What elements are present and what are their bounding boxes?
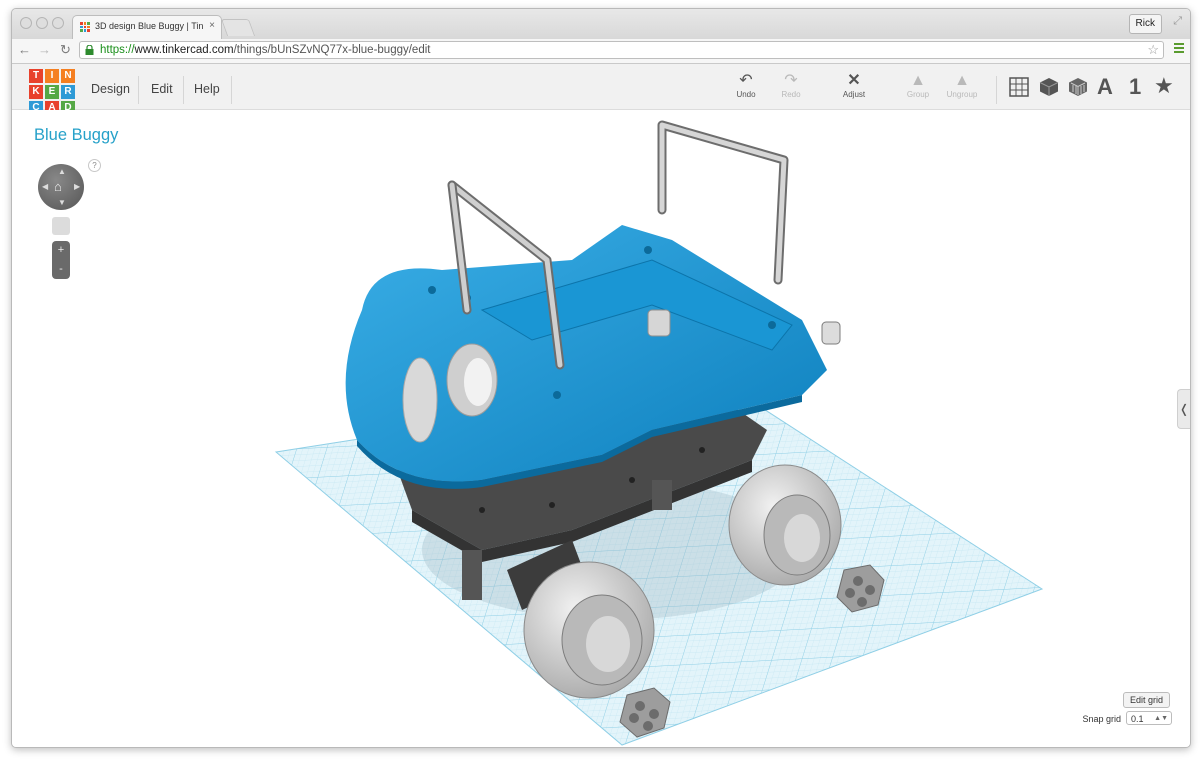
tab-title: 3D design Blue Buggy | Tin: [95, 21, 203, 31]
group-icon: ▲: [910, 72, 926, 89]
lock-icon: [85, 45, 94, 55]
logo-letter: N: [61, 69, 75, 83]
number-shape-icon[interactable]: 1: [1129, 74, 1141, 100]
user-profile-button[interactable]: Rick: [1128, 14, 1162, 34]
solid-box-icon[interactable]: [1039, 77, 1059, 97]
switch-part[interactable]: [821, 321, 841, 345]
reload-icon[interactable]: ↻: [60, 42, 71, 58]
text-shape-icon[interactable]: A: [1097, 74, 1113, 100]
home-view-icon[interactable]: ⌂: [54, 179, 62, 194]
bookmark-star-icon[interactable]: ☆: [1147, 42, 1159, 58]
tab-strip: 3D design Blue Buggy | Tin × Rick ⤢: [12, 9, 1190, 39]
close-window-button[interactable]: [20, 17, 32, 29]
3d-viewport[interactable]: Blue Buggy ? ▲ ▼ ◀ ▶ ⌂ + - ❬ Edit grid S…: [12, 110, 1190, 747]
servo-mount[interactable]: [647, 309, 671, 337]
zoom-control: + -: [52, 241, 70, 279]
wheel-rear-right[interactable]: [728, 464, 842, 586]
zoom-out-button[interactable]: -: [52, 260, 70, 279]
browser-window: 3D design Blue Buggy | Tin × Rick ⤢ ← → …: [11, 8, 1191, 748]
zoom-in-button[interactable]: +: [52, 241, 70, 260]
logo-letter: E: [45, 85, 59, 99]
undo-button[interactable]: ↶ Undo: [734, 72, 758, 99]
redo-icon: ↷: [784, 72, 798, 89]
forward-arrow-icon[interactable]: →: [38, 42, 51, 57]
menu-help[interactable]: Help: [194, 82, 220, 96]
orbit-down-icon[interactable]: ▼: [58, 198, 66, 207]
maximize-window-button[interactable]: [52, 17, 64, 29]
view-navigation-wheel[interactable]: ▲ ▼ ◀ ▶ ⌂: [38, 164, 84, 210]
browser-toolbar: ← → ↻ https://www.tinkercad.com/things/b…: [12, 39, 1190, 64]
tab-close-icon[interactable]: ×: [209, 20, 215, 31]
sidebar-toggle-chevron-icon[interactable]: ❬: [1177, 389, 1190, 429]
wheel-front-right[interactable]: [523, 561, 655, 699]
edit-grid-button[interactable]: Edit grid: [1122, 692, 1170, 708]
view-cube-icon[interactable]: [52, 217, 70, 235]
address-bar[interactable]: https://www.tinkercad.com/things/bUnSZvN…: [79, 41, 1164, 59]
headlight-left[interactable]: [402, 357, 438, 443]
scene-canvas[interactable]: [12, 110, 1190, 747]
snap-grid-label: Snap grid: [1082, 714, 1121, 724]
help-icon[interactable]: ?: [88, 159, 101, 172]
minimize-window-button[interactable]: [36, 17, 48, 29]
orbit-right-icon[interactable]: ▶: [74, 182, 80, 191]
app-header: T I N K E R C A D Design Edit Help ↶ Undo…: [12, 64, 1190, 115]
tinkercad-favicon-icon: [80, 22, 90, 32]
browser-menu-icon[interactable]: [1174, 43, 1184, 54]
menu-edit[interactable]: Edit: [151, 82, 173, 96]
undo-icon: ↶: [739, 72, 753, 89]
select-arrows-icon: ▲▼: [1154, 715, 1168, 722]
fullscreen-icon[interactable]: ⤢: [1173, 15, 1182, 28]
logo-letter: R: [61, 85, 75, 99]
logo-letter: T: [29, 69, 43, 83]
orbit-left-icon[interactable]: ◀: [42, 182, 48, 191]
ungroup-icon: ▲: [954, 72, 970, 89]
adjust-button[interactable]: ✕ Adjust: [839, 72, 869, 99]
logo-letter: I: [45, 69, 59, 83]
url-text: https://www.tinkercad.com/things/bUnSZvN…: [100, 44, 431, 56]
tab-tinkercad[interactable]: 3D design Blue Buggy | Tin ×: [72, 15, 222, 39]
group-button[interactable]: ▲ Group: [904, 72, 932, 99]
ungroup-button[interactable]: ▲ Ungroup: [944, 72, 980, 99]
adjust-icon: ✕: [847, 72, 861, 89]
menu-design[interactable]: Design: [91, 82, 130, 96]
snap-grid-value: 0.1: [1131, 714, 1144, 724]
back-arrow-icon[interactable]: ←: [18, 42, 31, 57]
favorites-star-icon[interactable]: ★: [1154, 73, 1174, 99]
hole-box-icon[interactable]: [1068, 77, 1088, 97]
snap-grid-select[interactable]: 0.1 ▲▼: [1126, 711, 1172, 725]
tinkercad-logo[interactable]: T I N K E R C A D: [29, 69, 75, 115]
new-tab-button[interactable]: [220, 19, 256, 36]
logo-letter: K: [29, 85, 43, 99]
redo-button[interactable]: ↷ Redo: [778, 72, 804, 99]
design-title[interactable]: Blue Buggy: [34, 126, 118, 145]
orbit-up-icon[interactable]: ▲: [58, 167, 66, 176]
workplane-grid-icon[interactable]: [1009, 77, 1029, 97]
